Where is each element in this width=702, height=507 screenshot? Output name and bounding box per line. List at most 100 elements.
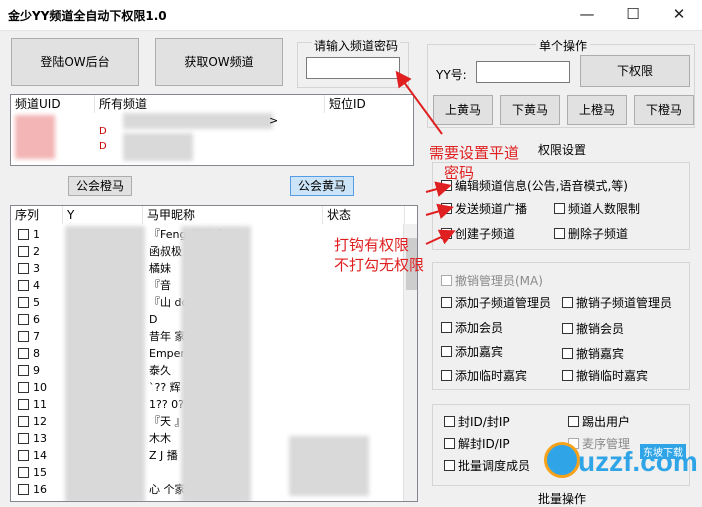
maximize-button[interactable]: ☐ xyxy=(610,0,656,30)
row-checkbox[interactable] xyxy=(18,399,29,410)
row-checkbox[interactable] xyxy=(18,297,29,308)
row-checkbox[interactable] xyxy=(18,416,29,427)
row-checkbox[interactable] xyxy=(18,229,29,240)
row-index: 13 xyxy=(33,432,47,445)
checkbox[interactable] xyxy=(441,228,452,239)
redacted-block xyxy=(65,226,145,501)
row-nick: D xyxy=(149,313,158,326)
checkbox[interactable] xyxy=(441,203,452,214)
row-index: 11 xyxy=(33,398,47,411)
remove-yellow-button[interactable]: 下黄马 xyxy=(500,95,560,125)
checkbox[interactable] xyxy=(554,203,565,214)
row-nick: 木木 xyxy=(149,432,171,445)
col-header-nick[interactable]: 马甲昵称 xyxy=(143,206,323,224)
row-nick: 泰久 xyxy=(149,364,171,377)
row-nick: 橘妹 xyxy=(149,262,171,275)
row-checkbox[interactable] xyxy=(18,467,29,478)
row-checkbox[interactable] xyxy=(18,450,29,461)
row-checkbox[interactable] xyxy=(18,314,29,325)
row-index: 12 xyxy=(33,415,47,428)
row-checkbox[interactable] xyxy=(18,484,29,495)
col-header-status[interactable]: 状态 xyxy=(323,206,405,224)
row-index: 6 xyxy=(33,313,40,326)
row-nick: 『音 xyxy=(149,279,171,292)
password-group: 请输入频道密码 xyxy=(297,37,409,88)
perm-label: 批量调度成员 xyxy=(458,459,531,473)
col-header-index[interactable]: 序列 xyxy=(11,206,63,224)
annotation-text: 打钩有权限 xyxy=(334,236,410,254)
perm-label: 添加会员 xyxy=(455,321,504,335)
checkbox[interactable] xyxy=(554,228,565,239)
login-ow-button[interactable]: 登陆OW后台 xyxy=(11,38,139,86)
annotation-text: 不打勾无权限 xyxy=(334,256,425,274)
redacted-block xyxy=(181,226,251,501)
tab-guild-yellow[interactable]: 公会黄马 xyxy=(290,176,354,196)
tab-guild-orange[interactable]: 公会橙马 xyxy=(68,176,132,196)
perm-label: 撤销嘉宾 xyxy=(576,347,625,361)
row-index: 2 xyxy=(33,245,40,258)
add-yellow-button[interactable]: 上黄马 xyxy=(433,95,493,125)
checkbox[interactable] xyxy=(441,346,452,357)
row-nick: Z J 播 xyxy=(149,449,178,462)
redacted-block xyxy=(123,113,273,129)
minimize-button[interactable]: — xyxy=(564,0,610,30)
add-orange-button[interactable]: 上橙马 xyxy=(567,95,627,125)
channel-list[interactable]: 频道UID 所有频道 短位ID > D D xyxy=(10,94,414,166)
col-header-shortid[interactable]: 短位ID xyxy=(325,95,413,113)
row-checkbox[interactable] xyxy=(18,331,29,342)
channel-cell: D xyxy=(99,126,107,137)
redacted-block xyxy=(289,436,369,496)
checkbox[interactable] xyxy=(562,297,573,308)
perm-label: 撤销子频道管理员 xyxy=(576,296,673,310)
checkbox[interactable] xyxy=(444,416,455,427)
down-permission-button[interactable]: 下权限 xyxy=(580,55,690,87)
row-index: 10 xyxy=(33,381,47,394)
perm-label: 添加嘉宾 xyxy=(455,345,504,359)
yy-input[interactable] xyxy=(476,61,570,83)
password-label: 请输入频道密码 xyxy=(312,37,401,54)
checkbox[interactable] xyxy=(562,348,573,359)
yy-label: YY号: xyxy=(436,68,467,82)
row-index: 8 xyxy=(33,347,40,360)
password-input[interactable] xyxy=(306,57,400,79)
perm-label: 撤销管理员(MA) xyxy=(455,274,543,288)
row-checkbox[interactable] xyxy=(18,365,29,376)
checkbox[interactable] xyxy=(562,323,573,334)
row-checkbox[interactable] xyxy=(18,280,29,291)
checkbox[interactable] xyxy=(562,370,573,381)
perm-label: 创建子频道 xyxy=(455,227,516,241)
perm-label: 添加临时嘉宾 xyxy=(455,369,528,383)
annotation-text: 密码 xyxy=(444,164,475,182)
checkbox[interactable] xyxy=(441,370,452,381)
row-checkbox[interactable] xyxy=(18,433,29,444)
perm-label: 解封ID/IP xyxy=(458,437,510,451)
row-checkbox[interactable] xyxy=(18,246,29,257)
checkbox[interactable] xyxy=(444,460,455,471)
annotation-text: 需要设置平道 xyxy=(429,144,520,162)
channel-cell: > xyxy=(269,114,279,127)
row-index: 15 xyxy=(33,466,47,479)
permission-title: 权限设置 xyxy=(538,143,587,157)
row-checkbox[interactable] xyxy=(18,263,29,274)
checkbox[interactable] xyxy=(568,416,579,427)
checkbox[interactable] xyxy=(441,322,452,333)
checkbox[interactable] xyxy=(444,438,455,449)
row-index: 5 xyxy=(33,296,40,309)
close-button[interactable]: ✕ xyxy=(656,0,702,30)
checkbox[interactable] xyxy=(441,275,452,286)
remove-orange-button[interactable]: 下橙马 xyxy=(634,95,694,125)
perm-label: 编辑频道信息(公告,语音模式,等) xyxy=(455,179,628,193)
col-header-channel[interactable]: 所有频道 xyxy=(95,95,325,113)
perm-label: 添加子频道管理员 xyxy=(455,296,552,310)
col-header-yy[interactable]: Y xyxy=(63,206,143,224)
row-index: 14 xyxy=(33,449,47,462)
row-checkbox[interactable] xyxy=(18,382,29,393)
checkbox[interactable] xyxy=(441,297,452,308)
get-ow-channel-button[interactable]: 获取OW频道 xyxy=(155,38,283,86)
row-checkbox[interactable] xyxy=(18,348,29,359)
perm-label: 踢出用户 xyxy=(582,415,631,429)
col-header-uid[interactable]: 频道UID xyxy=(11,95,95,113)
row-index: 4 xyxy=(33,279,40,292)
redacted-block xyxy=(15,115,55,159)
title-bar: 金少YY频道全自动下权限1.0 — ☐ ✕ xyxy=(0,0,702,31)
